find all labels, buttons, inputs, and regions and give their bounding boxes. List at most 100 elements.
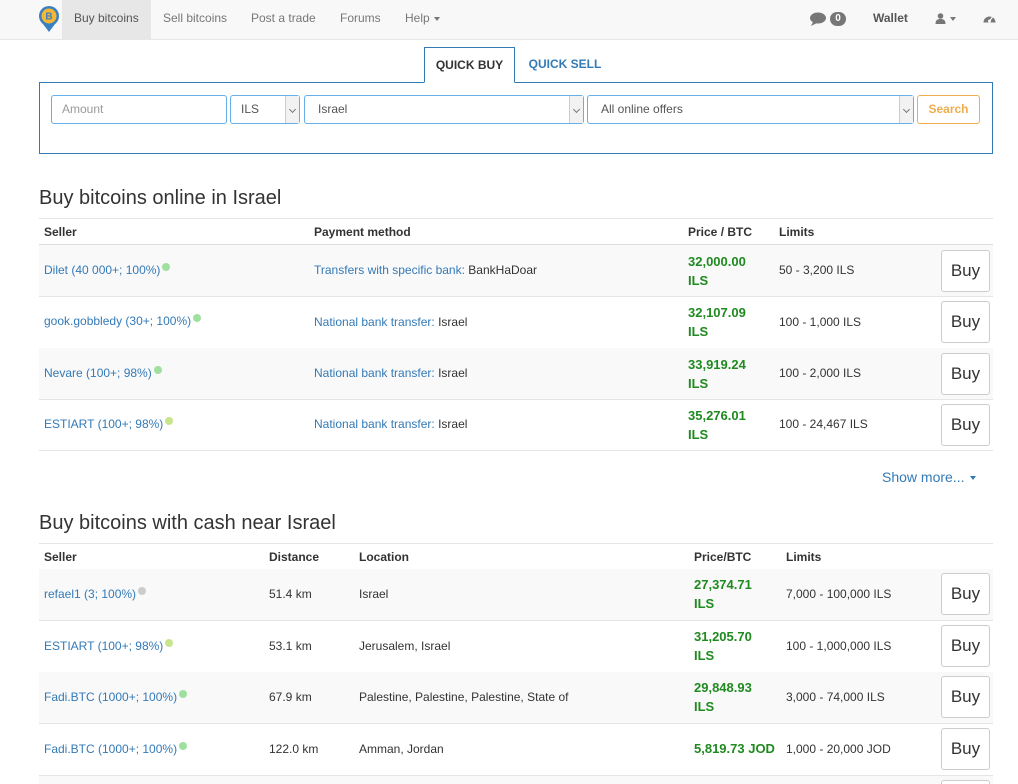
chat-bubble-icon: [810, 12, 826, 26]
payment-method-link[interactable]: National bank transfer:: [314, 417, 435, 431]
price-per-btc: 35,276.01 ILS: [688, 406, 746, 444]
trade-limits: 50 - 3,200 ILS: [779, 263, 855, 277]
messages-button[interactable]: 0: [810, 0, 846, 39]
buy-button[interactable]: Buy: [941, 728, 990, 770]
payment-method-link[interactable]: Transfers with specific bank:: [314, 263, 465, 277]
payment-method-detail: BankHaDoar: [468, 263, 537, 277]
seller-link[interactable]: Nevare (100+; 98%): [44, 366, 162, 380]
price-unit: ILS: [694, 648, 715, 663]
distance: 51.4 km: [269, 587, 312, 601]
online-status-icon: [179, 690, 188, 698]
payment-method-link[interactable]: National bank transfer:: [314, 315, 435, 329]
price-per-btc: 5,819.73 JOD: [694, 739, 775, 758]
price-per-btc: 29,848.93 ILS: [694, 678, 752, 716]
buy-button[interactable]: Buy: [941, 301, 990, 343]
online-status-icon: [165, 639, 174, 647]
table-row: Fadi.BTC (1000+; 100%) 122.0 km Amman, J…: [39, 724, 993, 776]
nav-post-a-trade[interactable]: Post a trade: [239, 0, 328, 39]
buy-button[interactable]: Buy: [941, 353, 990, 395]
tab-quick-sell[interactable]: QUICK SELL: [520, 47, 610, 83]
seller-link[interactable]: gook.gobbledy (30+; 100%): [44, 314, 202, 328]
currency-select[interactable]: ILS: [230, 95, 300, 124]
buy-button[interactable]: Buy: [941, 573, 990, 615]
table-row: ESTIART (100+; 98%) National bank transf…: [39, 399, 993, 451]
table-row: Dilet (40 000+; 100%) Transfers with spe…: [39, 245, 993, 297]
seller-link[interactable]: refael1 (3; 100%): [44, 587, 147, 601]
seller-name: ESTIART (100+; 98%): [44, 417, 164, 431]
seller-link[interactable]: ESTIART (100+; 98%): [44, 639, 174, 653]
tab-quick-buy[interactable]: QUICK BUY: [424, 47, 515, 83]
payment-method-link[interactable]: National bank transfer:: [314, 366, 435, 380]
buy-button[interactable]: Buy: [941, 676, 990, 718]
location: Jerusalem, Israel: [359, 639, 451, 653]
buy-button[interactable]: Buy: [941, 404, 990, 446]
table-row: ESTIART (100+; 98%) 53.1 km Jerusalem, I…: [39, 621, 993, 673]
price-value: 35,276.01: [688, 408, 746, 423]
online-status-icon: [153, 366, 162, 374]
price-per-btc: 32,000.00 ILS: [688, 252, 746, 290]
column-header-seller: Seller: [44, 225, 77, 239]
chevron-down-icon: [569, 96, 583, 123]
column-header-payment-method: Payment method: [314, 225, 411, 239]
settings-button[interactable]: [983, 0, 996, 39]
column-header-seller: Seller: [44, 550, 77, 564]
country-select[interactable]: Israel: [304, 95, 584, 124]
buy-button[interactable]: Buy: [941, 250, 990, 292]
trade-limits: 1,000 - 20,000 JOD: [786, 742, 891, 756]
currency-select-value: ILS: [241, 102, 260, 116]
payment-method-detail: Israel: [438, 366, 468, 380]
seller-link[interactable]: Fadi.BTC (1000+; 100%): [44, 742, 188, 756]
seller-link[interactable]: Fadi.BTC (1000+; 100%): [44, 690, 188, 704]
cash-offers-table: Seller Distance Location Price/BTC Limit…: [39, 543, 993, 784]
amount-input[interactable]: Amount: [51, 95, 227, 124]
seller-name: Dilet (40 000+; 100%): [44, 263, 161, 277]
wallet-link[interactable]: Wallet: [873, 0, 908, 39]
seller-name: gook.gobbledy (30+; 100%): [44, 314, 192, 328]
nav-forums[interactable]: Forums: [328, 0, 393, 39]
payment-method-detail: Israel: [438, 417, 468, 431]
column-header-limits: Limits: [779, 225, 815, 239]
seller-link[interactable]: ESTIART (100+; 98%): [44, 417, 174, 431]
column-header-distance: Distance: [269, 550, 320, 564]
price-per-btc: 31,205.70 ILS: [694, 627, 752, 665]
location: Palestine, Palestine, Palestine, State o…: [359, 690, 569, 704]
seller-name: ESTIART (100+; 98%): [44, 639, 164, 653]
online-offers-table: Seller Payment method Price / BTC Limits…: [39, 218, 993, 451]
table-row: Nevare (100+; 98%) National bank transfe…: [39, 348, 993, 400]
localbitcoins-logo-icon[interactable]: B: [38, 5, 60, 33]
search-button[interactable]: Search: [917, 95, 980, 124]
nav-sell-bitcoins[interactable]: Sell bitcoins: [151, 0, 239, 39]
distance: 122.0 km: [269, 742, 319, 756]
price-value: 27,374.71: [694, 577, 752, 592]
price-per-btc: 33,919.24 ILS: [688, 355, 746, 393]
chevron-down-icon: [970, 476, 977, 481]
offer-type-select[interactable]: All online offers: [587, 95, 914, 124]
top-navbar: B Buy bitcoins Sell bitcoins Post a trad…: [0, 0, 1018, 40]
price-unit: ILS: [688, 427, 709, 442]
offer-type-select-value: All online offers: [601, 102, 683, 116]
seller-name: Nevare (100+; 98%): [44, 366, 152, 380]
price-value: 31,205.70: [694, 629, 752, 644]
buy-button[interactable]: [941, 780, 990, 784]
trade-limits: 100 - 24,467 ILS: [779, 417, 868, 431]
nav-help[interactable]: Help: [393, 0, 452, 39]
seller-link[interactable]: Dilet (40 000+; 100%): [44, 263, 171, 277]
price-unit: ILS: [694, 596, 715, 611]
column-header-price: Price/BTC: [694, 550, 752, 564]
user-menu-button[interactable]: [935, 0, 956, 39]
price-per-btc: 32,107.09 ILS: [688, 303, 746, 341]
trade-limits: 100 - 1,000 ILS: [779, 315, 862, 329]
price-value: 29,848.93: [694, 680, 752, 695]
table-row: refael1 (3; 100%) 51.4 km Israel 27,374.…: [39, 569, 993, 621]
nav-buy-bitcoins[interactable]: Buy bitcoins: [62, 0, 151, 39]
price-per-btc: 27,374.71 ILS: [694, 575, 752, 613]
show-more-link[interactable]: Show more...: [882, 468, 977, 486]
price-unit: ILS: [688, 273, 709, 288]
price-unit: ILS: [688, 376, 709, 391]
table-row: [39, 776, 993, 784]
online-status-icon: [179, 742, 188, 750]
price-value: 32,000.00: [688, 254, 746, 269]
location: Israel: [359, 587, 389, 601]
buy-button[interactable]: Buy: [941, 625, 990, 667]
seller-name: Fadi.BTC (1000+; 100%): [44, 742, 178, 756]
